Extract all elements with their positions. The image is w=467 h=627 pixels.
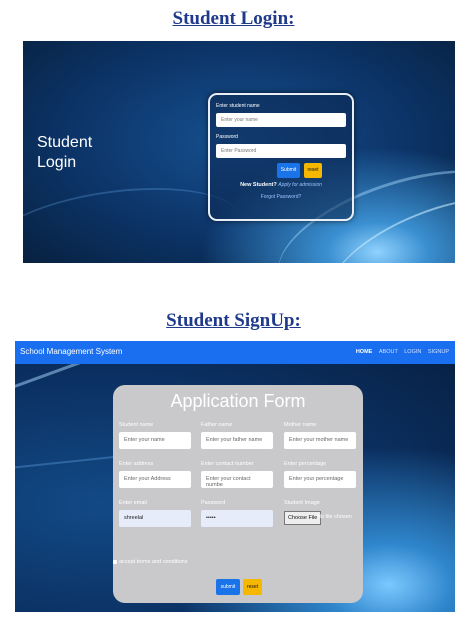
no-file-chosen-text: No file chosen <box>317 514 352 520</box>
side-title-line: Login <box>37 154 77 171</box>
mother-name-input[interactable]: Enter your mother name <box>284 432 356 449</box>
submit-button[interactable]: Submit <box>277 163 300 178</box>
brand-title[interactable]: School Management System <box>20 347 122 356</box>
student-image-label: Student Image <box>284 500 320 506</box>
nav-signup[interactable]: SIGNUP <box>428 349 449 355</box>
new-student-row: New Student? Apply for admission <box>210 182 352 188</box>
percentage-label: Enter percentage <box>284 461 327 467</box>
student-name-label: Enter student name <box>216 103 260 109</box>
father-name-input[interactable]: Enter your father name <box>201 432 273 449</box>
student-name-label: Student name <box>119 422 154 428</box>
nav-about[interactable]: ABOUT <box>379 349 398 355</box>
application-form-card: Application Form Student name Enter your… <box>113 385 363 603</box>
nav-links: HOME ABOUT LOGIN SIGNUP <box>351 349 449 355</box>
login-screenshot: Student Login Enter student name Enter y… <box>23 41 455 263</box>
terms-checkbox[interactable] <box>113 559 117 564</box>
reset-button[interactable]: reset <box>243 579 262 595</box>
submit-button[interactable]: submit <box>216 579 240 595</box>
choose-file-button[interactable]: Choose File <box>284 511 322 525</box>
student-signup-heading: Student SignUp: <box>166 310 301 331</box>
email-label: Enter email <box>119 500 147 506</box>
signup-screenshot: School Management System HOME ABOUT LOGI… <box>15 341 455 612</box>
password-label: Password <box>216 134 238 140</box>
address-label: Enter address <box>119 461 154 467</box>
contact-label: Enter contact number <box>201 461 254 467</box>
student-name-input[interactable]: Enter your name <box>216 113 346 127</box>
password-input[interactable]: Enter Password <box>216 144 346 158</box>
login-card: Enter student name Enter your name Passw… <box>208 93 354 221</box>
student-login-heading: Student Login: <box>172 8 295 29</box>
address-input[interactable]: Enter your Address <box>119 471 191 488</box>
contact-input[interactable]: Enter your contact numbe <box>201 471 273 488</box>
nav-home[interactable]: HOME <box>356 349 373 355</box>
form-title: Application Form <box>170 391 306 411</box>
password-label: Password <box>201 500 226 506</box>
terms-label: accept terms and conditions <box>119 559 188 565</box>
father-name-label: Father name <box>201 422 233 428</box>
new-student-text: New Student? <box>240 182 277 188</box>
side-title-line: Student <box>37 134 93 151</box>
password-input[interactable]: ••••• <box>201 510 273 527</box>
percentage-input[interactable]: Enter your percentage <box>284 471 356 488</box>
forgot-password-link[interactable]: Forgot Password? <box>210 194 352 200</box>
apply-admission-link[interactable]: Apply for admission <box>278 182 322 188</box>
nav-login[interactable]: LOGIN <box>404 349 421 355</box>
navbar: School Management System HOME ABOUT LOGI… <box>15 341 455 364</box>
email-input[interactable]: shreelal <box>119 510 191 527</box>
login-side-title: Student Login <box>37 133 92 173</box>
reset-button[interactable]: reset <box>304 163 322 178</box>
terms-row: accept terms and conditions <box>113 559 187 565</box>
student-name-input[interactable]: Enter your name <box>119 432 191 449</box>
mother-name-label: Mother name <box>284 422 317 428</box>
